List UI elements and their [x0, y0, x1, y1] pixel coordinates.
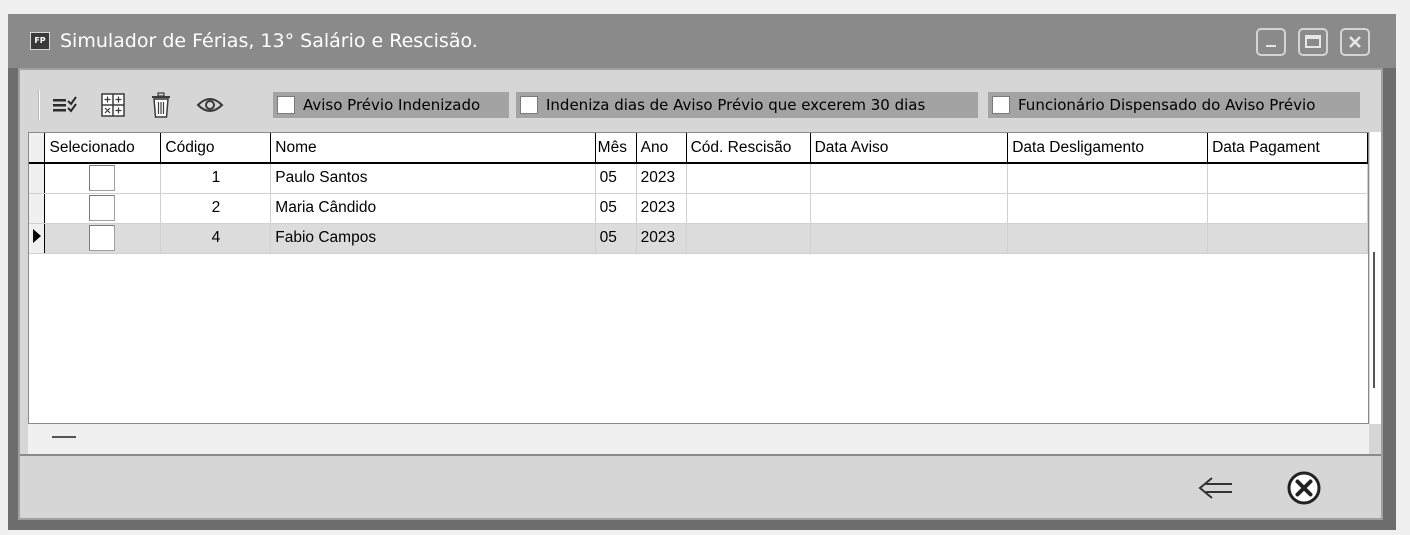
ano-cell[interactable]: 2023 [636, 223, 687, 254]
employees-grid[interactable]: Selecionado Código Nome Mês Ano Cód. Res… [28, 132, 1369, 424]
back-arrow-icon [1198, 477, 1232, 499]
close-form-button[interactable] [1282, 468, 1326, 508]
checkbox-box[interactable] [520, 96, 538, 114]
codigo-cell[interactable]: 4 [160, 223, 272, 254]
column-header[interactable]: Selecionado [44, 133, 162, 164]
column-header[interactable]: Cód. Rescisão [686, 133, 811, 164]
data-aviso-cell[interactable] [810, 223, 1009, 254]
minimize-button[interactable] [1256, 28, 1286, 56]
select-all-button[interactable] [50, 90, 80, 120]
grid-header-row: Selecionado Código Nome Mês Ano Cód. Res… [29, 133, 1368, 164]
maximize-button[interactable] [1298, 28, 1328, 56]
column-header[interactable]: Data Pagament [1207, 133, 1368, 164]
row-indicator[interactable] [29, 163, 46, 194]
checkbox-label: Aviso Prévio Indenizado [303, 96, 481, 114]
codigo-cell[interactable]: 2 [160, 193, 272, 224]
column-header[interactable]: Código [160, 133, 272, 164]
column-header[interactable]: Mês [595, 133, 637, 164]
select-all-icon [53, 96, 77, 113]
view-button[interactable] [195, 90, 225, 120]
title-bar[interactable]: FP Simulador de Férias, 13° Salário e Re… [8, 14, 1396, 68]
footer-bar [20, 454, 1381, 518]
ano-cell[interactable]: 2023 [636, 193, 687, 224]
vertical-scrollbar[interactable] [1370, 132, 1381, 424]
close-circle-icon [1287, 471, 1321, 505]
data-pagamento-cell[interactable] [1207, 193, 1368, 224]
nome-cell[interactable]: Fabio Campos [270, 223, 596, 254]
mes-cell[interactable]: 05 [595, 223, 637, 254]
data-pagamento-cell[interactable] [1207, 163, 1368, 194]
grid-add-icon [101, 93, 125, 117]
minimize-icon [1266, 45, 1276, 47]
selecionado-cell[interactable] [44, 193, 162, 224]
content-panel: Aviso Prévio Indenizado Indeniza dias de… [18, 68, 1383, 520]
column-header[interactable]: Data Aviso [810, 133, 1009, 164]
table-row[interactable]: 2 Maria Cândido 05 2023 [29, 193, 1368, 224]
app-window: FP Simulador de Férias, 13° Salário e Re… [8, 14, 1396, 530]
fp-app-icon: FP [30, 32, 50, 50]
row-checkbox[interactable] [89, 195, 116, 221]
maximize-icon [1305, 35, 1321, 48]
row-indicator-header [29, 133, 46, 164]
checkbox-label: Funcionário Dispensado do Aviso Prévio [1018, 96, 1316, 114]
row-checkbox[interactable] [89, 225, 116, 251]
grid-table: Selecionado Código Nome Mês Ano Cód. Res… [29, 133, 1368, 254]
back-button[interactable] [1194, 468, 1238, 508]
vertical-scroll-thumb[interactable] [1373, 252, 1375, 388]
checkbox-box[interactable] [277, 96, 295, 114]
mes-cell[interactable]: 05 [595, 163, 637, 194]
trash-icon [152, 92, 170, 118]
funcionario-dispensado-checkbox[interactable]: Funcionário Dispensado do Aviso Prévio [988, 92, 1360, 118]
table-row[interactable]: 4 Fabio Campos 05 2023 [29, 223, 1368, 254]
horizontal-scrollbar[interactable] [28, 424, 1369, 454]
codigo-cell[interactable]: 1 [160, 163, 272, 194]
nome-cell[interactable]: Maria Cândido [270, 193, 596, 224]
cod-rescisao-cell[interactable] [686, 163, 811, 194]
delete-button[interactable] [146, 90, 176, 120]
close-window-button[interactable] [1340, 28, 1370, 56]
cod-rescisao-cell[interactable] [686, 223, 811, 254]
row-indicator[interactable] [29, 223, 46, 254]
horizontal-scroll-thumb[interactable] [52, 436, 76, 438]
data-desligamento-cell[interactable] [1007, 223, 1209, 254]
column-header[interactable]: Ano [636, 133, 687, 164]
aviso-previo-indenizado-checkbox[interactable]: Aviso Prévio Indenizado [273, 92, 509, 118]
toolbar-separator [38, 90, 40, 120]
toolbar: Aviso Prévio Indenizado Indeniza dias de… [20, 70, 1381, 132]
data-aviso-cell[interactable] [810, 163, 1009, 194]
mes-cell[interactable]: 05 [595, 193, 637, 224]
checkbox-box[interactable] [992, 96, 1010, 114]
grid-add-button[interactable] [98, 90, 128, 120]
data-pagamento-cell[interactable] [1207, 223, 1368, 254]
selecionado-cell[interactable] [44, 163, 162, 194]
current-row-arrow-icon [33, 228, 41, 243]
data-desligamento-cell[interactable] [1007, 163, 1209, 194]
indeniza-dias-checkbox[interactable]: Indeniza dias de Aviso Prévio que excere… [516, 92, 978, 118]
eye-icon [196, 98, 224, 112]
cod-rescisao-cell[interactable] [686, 193, 811, 224]
row-indicator[interactable] [29, 193, 46, 224]
table-row[interactable]: 1 Paulo Santos 05 2023 [29, 163, 1368, 194]
ano-cell[interactable]: 2023 [636, 163, 687, 194]
data-desligamento-cell[interactable] [1007, 193, 1209, 224]
checkbox-label: Indeniza dias de Aviso Prévio que excere… [546, 96, 926, 114]
row-checkbox[interactable] [89, 165, 116, 192]
selecionado-cell[interactable] [44, 223, 162, 254]
close-icon [1349, 36, 1361, 48]
column-header[interactable]: Nome [270, 133, 596, 164]
data-aviso-cell[interactable] [810, 193, 1009, 224]
nome-cell[interactable]: Paulo Santos [270, 163, 596, 194]
column-header[interactable]: Data Desligamento [1007, 133, 1209, 164]
window-title: Simulador de Férias, 13° Salário e Resci… [60, 30, 478, 52]
